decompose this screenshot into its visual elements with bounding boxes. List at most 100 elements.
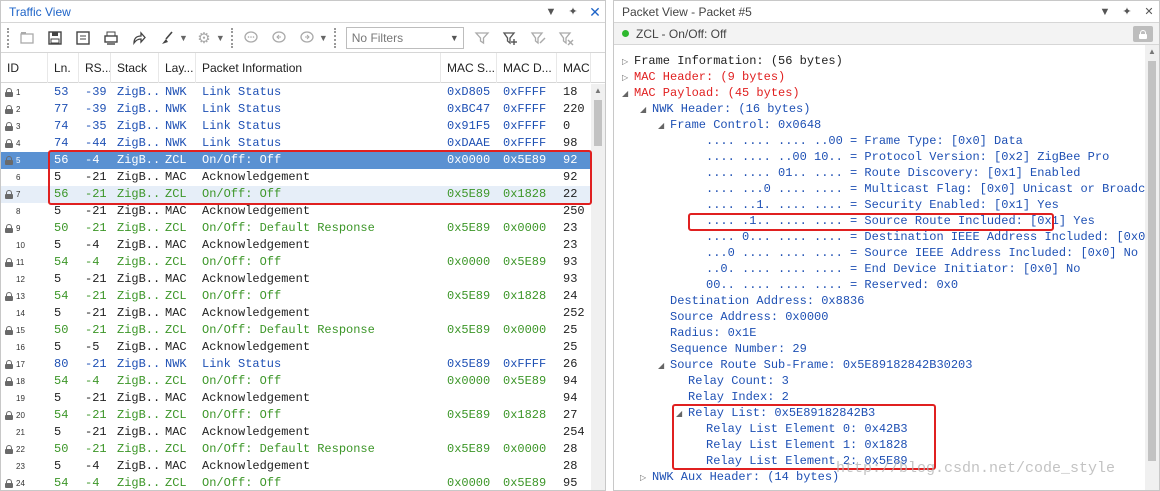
table-row[interactable]: 20 54 -21 ZigB... ZCL On/Off: Off 0x5E89 0x1828…: [1, 407, 591, 424]
table-row[interactable]: 23 5 -4 ZigB... MAC Acknowledgement 28: [1, 458, 591, 475]
toolbar-grip[interactable]: [333, 27, 338, 48]
expanded-triangle-icon[interactable]: ◢: [622, 86, 634, 102]
length-cell: 54: [54, 374, 69, 388]
collapsed-triangle-icon[interactable]: ▷: [622, 70, 634, 86]
mac-source-cell: 0x0000: [447, 255, 491, 269]
column-header-mac[interactable]: MAC: [557, 52, 591, 83]
column-header-id[interactable]: ID: [1, 52, 48, 83]
traffic-vertical-scrollbar[interactable]: ▲: [591, 84, 605, 490]
tree-node[interactable]: ◢ MAC Payload: (45 bytes): [614, 85, 1144, 101]
column-header-mac-source[interactable]: MAC S...: [441, 52, 497, 83]
scrollbar-thumb[interactable]: [1148, 61, 1156, 461]
toolbar-grip[interactable]: [230, 27, 235, 48]
table-row[interactable]: 15 50 -21 ZigB... ZCL On/Off: Default Respons…: [1, 322, 591, 339]
settings-dropdown-caret-icon[interactable]: ▼: [216, 33, 225, 43]
table-row[interactable]: 21 5 -21 ZigB... MAC Acknowledgement 254: [1, 424, 591, 441]
table-row[interactable]: 8 5 -21 ZigB... MAC Acknowledgement 250: [1, 203, 591, 220]
length-cell: 56: [54, 187, 69, 201]
lock-toggle-button[interactable]: [1133, 26, 1153, 42]
table-row[interactable]: 9 50 -21 ZigB... ZCL On/Off: Default Response…: [1, 220, 591, 237]
table-row[interactable]: 18 54 -4 ZigB... ZCL On/Off: Off 0x0000 0x5E89 9…: [1, 373, 591, 390]
column-header-stack[interactable]: Stack: [111, 52, 159, 83]
scrollbar-thumb[interactable]: [594, 100, 602, 146]
table-row[interactable]: 6 5 -21 ZigB... MAC Acknowledgement 92: [1, 169, 591, 186]
packet-id-cell: 5: [1, 152, 48, 169]
save-icon[interactable]: [43, 27, 67, 49]
filter-icon[interactable]: [470, 27, 494, 49]
table-row[interactable]: 4 74 -44 ZigB... NWK Link Status 0xDAAE 0xFFFF 9…: [1, 135, 591, 152]
edit-filter-icon[interactable]: [526, 27, 550, 49]
export-icon[interactable]: [71, 27, 95, 49]
expanded-triangle-icon[interactable]: ◢: [658, 358, 670, 374]
filter-select[interactable]: ▼: [345, 26, 464, 49]
table-row[interactable]: 3 74 -35 ZigB... NWK Link Status 0x91F5 0xFFFF 0: [1, 118, 591, 135]
packet-decode-tree: ▷ Frame Information: (56 bytes) ▷ MAC Heade…: [614, 53, 1159, 485]
tree-node[interactable]: ▷ NWK Aux Header: (14 bytes): [614, 469, 1144, 485]
tree-node-label: .... 0... .... .... = Destination IEEE A…: [706, 230, 1160, 244]
expanded-triangle-icon[interactable]: ◢: [658, 118, 670, 134]
mac-cell: 98: [563, 136, 578, 150]
tree-node[interactable]: ◢ Frame Control: 0x0648: [614, 117, 1144, 133]
print-icon[interactable]: [99, 27, 123, 49]
table-row[interactable]: 10 5 -4 ZigB... MAC Acknowledgement 23: [1, 237, 591, 254]
packet-id-cell: 18: [1, 373, 48, 390]
table-row[interactable]: 14 5 -21 ZigB... MAC Acknowledgement 252: [1, 305, 591, 322]
table-row[interactable]: 11 54 -4 ZigB... ZCL On/Off: Off 0x0000 0x5E89 9…: [1, 254, 591, 271]
scroll-up-icon[interactable]: ▲: [591, 84, 605, 98]
expanded-triangle-icon[interactable]: ◢: [676, 406, 688, 422]
tree-node[interactable]: ◢ NWK Header: (16 bytes): [614, 101, 1144, 117]
packet-vertical-scrollbar[interactable]: ▲: [1145, 45, 1159, 490]
pin-icon[interactable]: ✦: [1121, 1, 1133, 23]
table-row[interactable]: 7 56 -21 ZigB... ZCL On/Off: Off 0x5E89 0x1828 2…: [1, 186, 591, 203]
column-header-mac-destination[interactable]: MAC D...: [497, 52, 557, 83]
stack-cell: ZigB...: [117, 340, 159, 354]
collapsed-triangle-icon[interactable]: ▷: [622, 54, 634, 70]
open-file-icon[interactable]: [15, 27, 39, 49]
add-filter-icon[interactable]: [498, 27, 522, 49]
scroll-up-icon[interactable]: ▲: [1145, 45, 1159, 59]
mac-source-cell: 0x91F5: [447, 119, 491, 133]
lock-icon: [5, 190, 13, 199]
close-icon[interactable]: ✕: [1143, 1, 1155, 23]
remove-filter-icon[interactable]: [554, 27, 578, 49]
tree-node[interactable]: ◢ Relay List: 0x5E89182842B3: [614, 405, 1144, 421]
toolbar-grip[interactable]: [7, 27, 11, 48]
pin-icon[interactable]: ✦: [567, 1, 579, 23]
column-header-layer[interactable]: Lay...: [159, 52, 196, 83]
table-row[interactable]: 16 5 -5 ZigB... MAC Acknowledgement 25: [1, 339, 591, 356]
previous-comment-icon[interactable]: [267, 27, 291, 49]
brush-icon[interactable]: [155, 27, 179, 49]
table-row[interactable]: 5 56 -4 ZigB... ZCL On/Off: Off 0x0000 0x5E89 92: [1, 152, 591, 169]
table-row[interactable]: 19 5 -21 ZigB... MAC Acknowledgement 94: [1, 390, 591, 407]
close-icon[interactable]: ✕: [589, 1, 601, 23]
table-row[interactable]: 12 5 -21 ZigB... MAC Acknowledgement 93: [1, 271, 591, 288]
tree-node[interactable]: ▷ Frame Information: (56 bytes): [614, 53, 1144, 69]
tree-node[interactable]: ◢ Source Route Sub-Frame: 0x5E89182842B30…: [614, 357, 1144, 373]
column-header-rssi[interactable]: RS...: [79, 52, 111, 83]
collapsed-triangle-icon[interactable]: ▷: [640, 470, 652, 486]
table-row[interactable]: 17 80 -21 ZigB... NWK Link Status 0x5E89 0xFFFF…: [1, 356, 591, 373]
brush-dropdown-caret-icon[interactable]: ▼: [179, 33, 188, 43]
dropdown-arrow-icon[interactable]: ▼: [545, 1, 557, 23]
mac-cell: 23: [563, 238, 578, 252]
settings-gear-icon[interactable]: ⚙: [192, 27, 216, 49]
table-row[interactable]: 22 50 -21 ZigB... ZCL On/Off: Default Respons…: [1, 441, 591, 458]
table-row[interactable]: 13 54 -21 ZigB... ZCL On/Off: Off 0x5E89 0x1828…: [1, 288, 591, 305]
comment-dropdown-caret-icon[interactable]: ▼: [319, 33, 328, 43]
column-header-length[interactable]: Ln.: [48, 52, 79, 83]
filter-input[interactable]: [351, 30, 442, 45]
tree-node-label: Sequence Number: 29: [670, 342, 807, 356]
dropdown-arrow-icon[interactable]: ▼: [1099, 1, 1111, 23]
table-row[interactable]: 24 54 -4 ZigB... ZCL On/Off: Off 0x0000 0x5E89 9…: [1, 475, 591, 490]
tree-node[interactable]: ▷ MAC Header: (9 bytes): [614, 69, 1144, 85]
comment-icon[interactable]: [239, 27, 263, 49]
rssi-cell: -21: [85, 170, 107, 184]
chevron-down-icon[interactable]: ▼: [450, 33, 459, 43]
expanded-triangle-icon[interactable]: ◢: [640, 102, 652, 118]
table-row[interactable]: 2 77 -39 ZigB... NWK Link Status 0xBC47 0xFFFF 2…: [1, 101, 591, 118]
next-comment-icon[interactable]: [295, 27, 319, 49]
table-row[interactable]: 1 53 -39 ZigB... NWK Link Status 0xD805 0xFFFF 1…: [1, 84, 591, 101]
column-header-packet-information[interactable]: Packet Information: [196, 52, 441, 83]
share-arrow-icon[interactable]: [127, 27, 151, 49]
tree-node: .... .... ..00 10.. = Protocol Version: …: [614, 149, 1144, 165]
